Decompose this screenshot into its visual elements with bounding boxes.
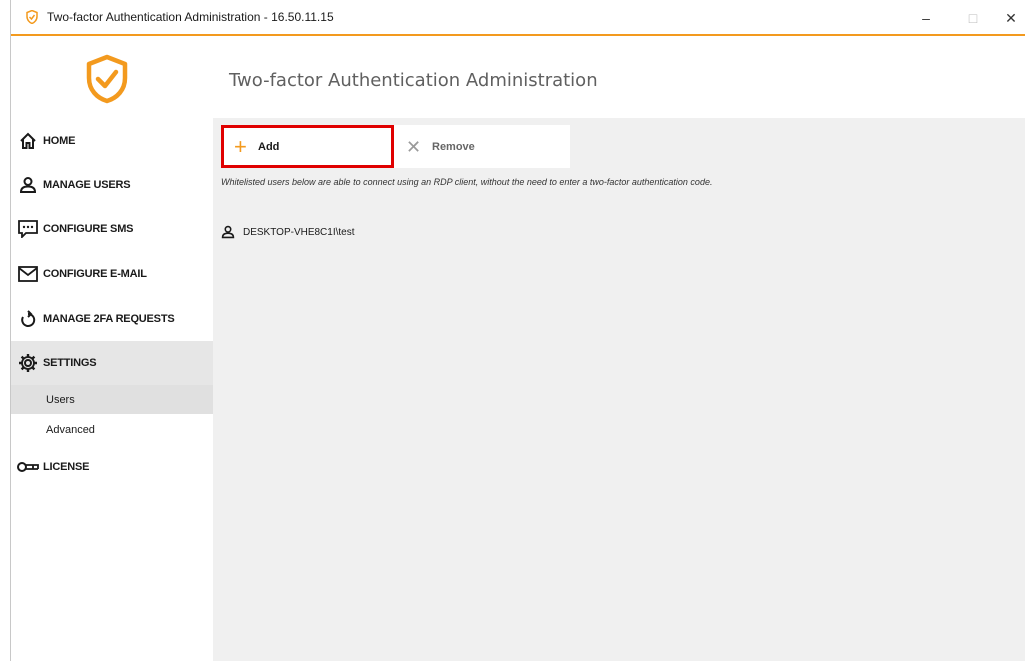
remove-button[interactable]: ✕ Remove xyxy=(394,125,570,168)
title-bar: Two-factor Authentication Administration… xyxy=(11,0,1025,36)
add-button-label: Add xyxy=(258,140,280,153)
sidebar-item-manage-2fa-requests[interactable]: MANAGE 2FA REQUESTS xyxy=(11,297,213,341)
page-title: Two-factor Authentication Administration xyxy=(229,70,598,91)
shield-check-icon xyxy=(26,10,38,24)
minimize-button[interactable]: – xyxy=(911,6,941,30)
settings-sub-item-users[interactable]: Users xyxy=(11,385,213,414)
refresh-icon xyxy=(17,308,39,330)
info-text: Whitelisted users below are able to conn… xyxy=(221,177,713,187)
app-window: Two-factor Authentication Administration… xyxy=(10,0,1025,661)
sidebar: HOME MANAGE USERS CONFIGURE SMS CONFIGUR… xyxy=(11,36,213,661)
sidebar-item-license[interactable]: LICENSE xyxy=(11,445,213,489)
user-icon xyxy=(17,174,39,196)
sidebar-item-configure-sms[interactable]: CONFIGURE SMS xyxy=(11,207,213,251)
sidebar-item-settings[interactable]: SETTINGS xyxy=(11,341,213,385)
settings-sub-item-advanced[interactable]: Advanced xyxy=(11,415,213,444)
main-content: Two-factor Authentication Administration… xyxy=(213,36,1025,661)
list-item[interactable]: DESKTOP-VHE8C1I\test xyxy=(221,222,355,242)
home-icon xyxy=(17,130,39,152)
sidebar-item-configure-email[interactable]: CONFIGURE E-MAIL xyxy=(11,252,213,296)
message-icon xyxy=(17,218,39,240)
add-button[interactable]: + Add xyxy=(221,125,394,168)
sidebar-item-label: MANAGE 2FA REQUESTS xyxy=(43,313,175,325)
sidebar-item-label: HOME xyxy=(43,135,76,147)
sub-item-label: Users xyxy=(46,393,75,406)
sidebar-item-manage-users[interactable]: MANAGE USERS xyxy=(11,163,213,207)
gear-icon xyxy=(17,352,39,374)
key-icon xyxy=(17,456,39,478)
remove-button-label: Remove xyxy=(432,140,475,153)
user-name: DESKTOP-VHE8C1I\test xyxy=(243,226,355,238)
sidebar-item-label: SETTINGS xyxy=(43,357,97,369)
window-title: Two-factor Authentication Administration… xyxy=(47,10,334,24)
sidebar-item-label: CONFIGURE SMS xyxy=(43,223,134,235)
sidebar-item-label: MANAGE USERS xyxy=(43,179,131,191)
users-panel: + Add ✕ Remove Whitelisted users below a… xyxy=(213,118,1025,661)
x-icon: ✕ xyxy=(406,136,422,157)
maximize-button[interactable]: □ xyxy=(958,6,988,30)
user-icon xyxy=(221,225,235,239)
sidebar-item-label: LICENSE xyxy=(43,461,90,473)
mail-icon xyxy=(17,263,39,285)
shield-check-icon xyxy=(86,54,128,104)
plus-icon: + xyxy=(234,133,247,159)
sidebar-item-home[interactable]: HOME xyxy=(11,119,213,163)
sidebar-item-label: CONFIGURE E-MAIL xyxy=(43,268,147,280)
sub-item-label: Advanced xyxy=(46,423,95,436)
close-button[interactable]: ✕ xyxy=(996,6,1025,30)
